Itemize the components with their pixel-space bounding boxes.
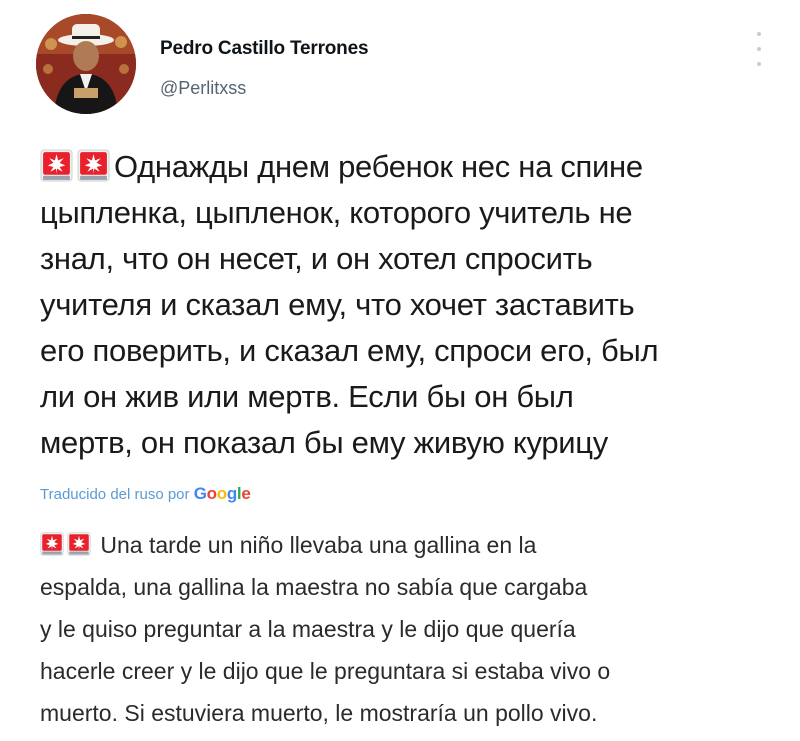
translated-line: y le quiso preguntar a la maestra y le d… (40, 616, 576, 642)
avatar[interactable] (36, 14, 136, 114)
police-siren-light-icon (77, 149, 110, 182)
tweet-line: цыпленка, цыпленок, которого учитель не (40, 195, 633, 230)
tweet-line: его поверить, и сказал ему, спроси его, … (40, 333, 659, 368)
tweet-line: учителя и сказал ему, что хочет заставит… (40, 287, 635, 322)
police-siren-light-icon (40, 149, 73, 182)
tweet-line-text: Однажды днем ребенок нес на спине (114, 149, 643, 184)
tweet-line: знал, что он несет, и он хотел спросить (40, 241, 593, 276)
tweet-text: Однажды днем ребенок нес на спине цыплен… (40, 144, 780, 466)
tweet-card: Pedro Castillo Terrones @Perlitxss Однаж… (0, 0, 800, 741)
translated-line: hacerle creer y le dijo que le preguntar… (40, 658, 611, 684)
translation-attribution-link[interactable]: Traducido del ruso por Google (40, 484, 251, 504)
translated-line: Una tarde un niño llevaba una gallina en… (40, 524, 780, 566)
more-dot (757, 62, 761, 66)
author-name[interactable]: Pedro Castillo Terrones (160, 38, 369, 60)
translation-label: Traducido del ruso por (40, 486, 190, 503)
translated-line: muerto. Si estuviera muerto, le mostrarí… (40, 700, 598, 726)
tweet-line: Однажды днем ребенок нес на спине (40, 144, 780, 190)
avatar-image (36, 14, 136, 114)
more-vertical-icon[interactable] (752, 32, 766, 66)
translated-line: espalda, una gallina la maestra no sabía… (40, 574, 588, 600)
tweet-line: ли он жив или мертв. Если бы он был (40, 379, 574, 414)
more-dot (757, 32, 761, 36)
police-siren-light-icon (40, 532, 64, 556)
tweet-line: мертв, он показал бы ему живую курицу (40, 425, 608, 460)
author-handle[interactable]: @Perlitxss (160, 78, 246, 99)
translated-text: Una tarde un niño llevaba una gallina en… (40, 524, 780, 734)
police-siren-light-icon (67, 532, 91, 556)
google-logo: Google (193, 484, 251, 503)
translated-line-text: Una tarde un niño llevaba una gallina en… (100, 532, 537, 558)
more-dot (757, 47, 761, 51)
